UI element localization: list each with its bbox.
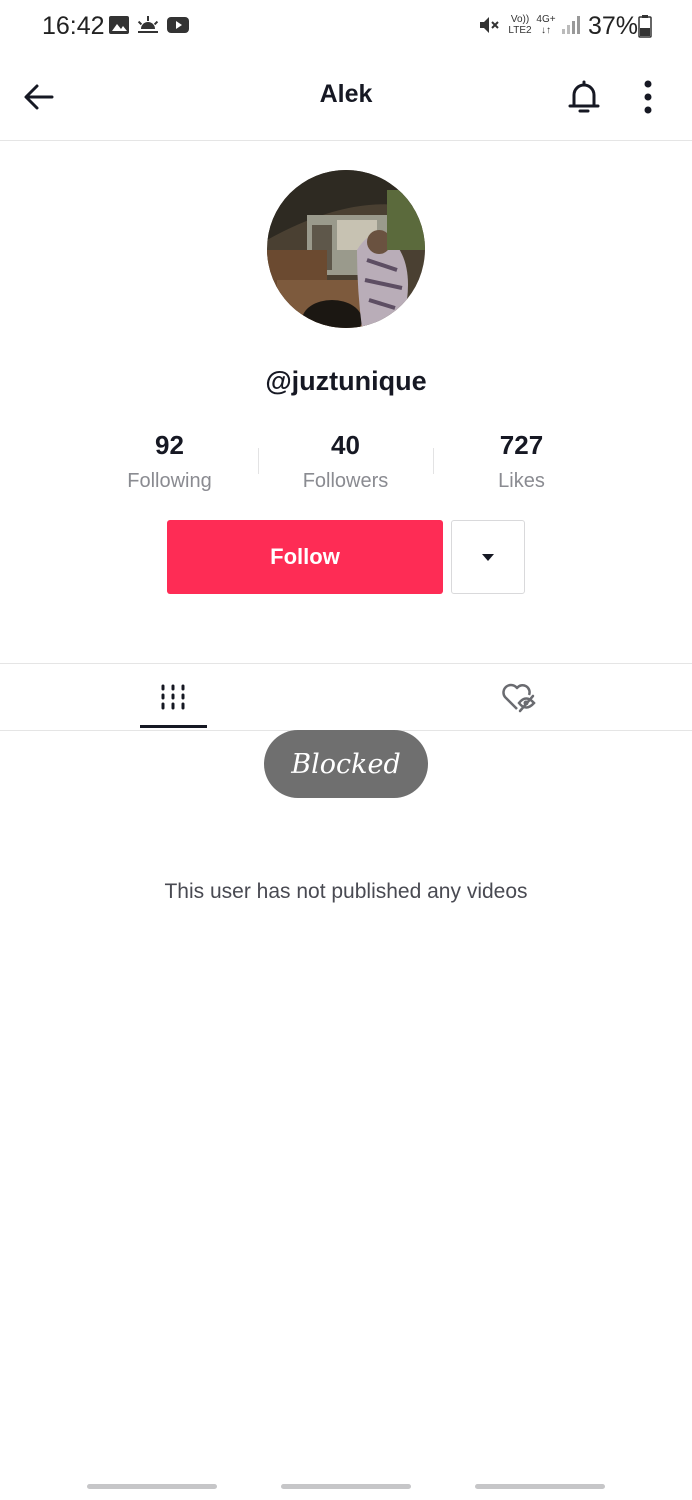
nav-bar-pill <box>475 1484 605 1489</box>
follow-button[interactable]: Follow <box>167 520 443 594</box>
likes-count: 727 <box>499 430 544 460</box>
videos-tab[interactable] <box>0 664 346 730</box>
weather-icon <box>137 16 159 33</box>
caret-down-icon <box>482 554 494 561</box>
followers-count: 40 <box>331 430 360 460</box>
likes-label: Likes <box>498 470 545 492</box>
stat-likes[interactable]: 727 Likes <box>434 428 609 493</box>
nav-bar-pill <box>281 1484 411 1489</box>
bell-icon[interactable] <box>566 78 602 116</box>
stat-following[interactable]: 92 Following <box>82 428 257 493</box>
empty-state-text: This user has not published any videos <box>164 880 528 903</box>
status-bar: 16:42 Vo)) LTE2 4G+ ↓↑ 37% <box>0 0 692 56</box>
battery-icon <box>638 15 652 38</box>
avatar[interactable] <box>267 170 425 328</box>
blocked-toast: Blocked <box>264 730 428 798</box>
signal-icon <box>562 16 580 34</box>
gallery-icon <box>109 16 129 34</box>
status-time: 16:42 <box>42 12 105 40</box>
battery-percent: 37% <box>588 12 639 40</box>
network-indicator: Vo)) LTE2 <box>505 14 535 36</box>
more-vertical-icon[interactable] <box>638 78 658 116</box>
nav-bar-pill <box>87 1484 217 1489</box>
suggested-accounts-button[interactable] <box>451 520 525 594</box>
network-bottom: LTE2 <box>508 25 532 36</box>
following-label: Following <box>127 470 212 492</box>
profile-tabs <box>0 663 692 731</box>
data-type: 4G+ <box>536 14 556 25</box>
followers-label: Followers <box>302 470 389 492</box>
active-tab-indicator <box>140 725 207 728</box>
hidden-heart-icon <box>502 683 536 713</box>
grid-icon <box>161 684 185 710</box>
data-arrows-icon: ↓↑ <box>541 25 551 36</box>
data-type-indicator: 4G+ ↓↑ <box>536 14 556 36</box>
stat-followers[interactable]: 40 Followers <box>258 428 433 493</box>
network-top: Vo)) <box>510 14 530 25</box>
mute-icon <box>480 17 499 33</box>
youtube-icon <box>167 17 189 33</box>
username: @juztunique <box>265 366 427 396</box>
profile-header: Alek <box>0 56 692 141</box>
avatar-photo <box>267 170 425 328</box>
following-count: 92 <box>155 430 184 460</box>
liked-tab[interactable] <box>346 664 692 730</box>
